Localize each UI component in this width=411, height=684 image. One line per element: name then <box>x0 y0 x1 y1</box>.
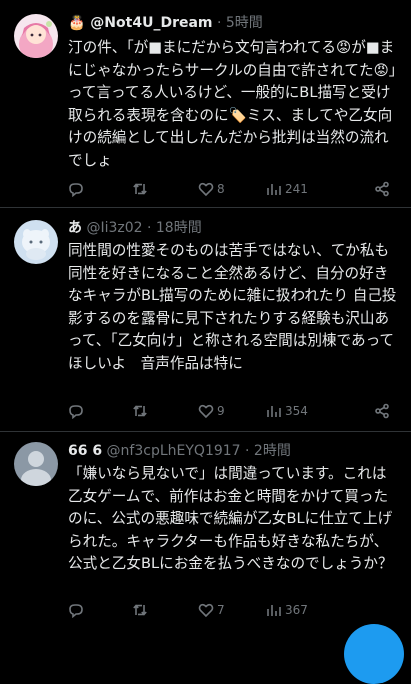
handle-time: @Ii3z02 · 18時間 <box>82 220 202 236</box>
tweet-2[interactable]: あ @Ii3z02 · 18時間 同性間の性愛そのものは苦手ではない、てか私も同… <box>0 208 411 430</box>
views-button[interactable]: 367 <box>266 602 308 618</box>
like-count: 9 <box>217 404 225 418</box>
like-count: 7 <box>217 603 225 617</box>
action-bar: 8 241 <box>68 178 398 200</box>
reply-button[interactable] <box>68 181 87 197</box>
views-count: 367 <box>285 603 308 617</box>
avatar[interactable] <box>14 14 58 58</box>
heart-icon <box>198 182 214 197</box>
display-name[interactable]: あ <box>68 220 82 236</box>
tweet-header: あ @Ii3z02 · 18時間 <box>68 217 399 239</box>
tweet-header: 🎂 @Not4U_Dream · 5時間 <box>68 12 399 34</box>
retweet-button[interactable] <box>132 602 151 618</box>
views-icon <box>267 184 281 195</box>
views-icon <box>267 605 281 616</box>
retweet-button[interactable] <box>132 403 151 419</box>
views-icon <box>267 406 281 417</box>
handle-time: @nf3cpLhEYQ1917 · 2時間 <box>102 443 291 459</box>
avatar[interactable] <box>14 442 58 486</box>
compose-button[interactable] <box>344 624 404 684</box>
handle-time: · 5時間 <box>212 15 263 31</box>
tweet-3[interactable]: 66 6 @nf3cpLhEYQ1917 · 2時間 「嫌いなら見ないで」は間違… <box>0 432 411 640</box>
avatar[interactable] <box>14 220 58 264</box>
display-name[interactable]: 🎂 @Not4U_Dream <box>68 15 213 31</box>
heart-icon <box>198 603 214 618</box>
views-button[interactable]: 354 <box>266 403 308 419</box>
retweet-icon <box>133 405 147 417</box>
like-button[interactable]: 7 <box>198 602 225 618</box>
action-bar: 9 354 <box>68 400 398 422</box>
tweet-1[interactable]: 🎂 @Not4U_Dream · 5時間 汀の件、「が■まにだから文句言われてる… <box>0 0 411 205</box>
share-button[interactable] <box>374 403 390 419</box>
share-button[interactable] <box>374 181 390 197</box>
views-count: 241 <box>285 182 308 196</box>
tweet-text: 同性間の性愛そのものは苦手ではない、てか私も同性を好きになること全然あるけど、自… <box>68 242 397 372</box>
tweet-text: 汀の件、「が■まにだから文句言われてる😡が■まにじゃなかったらサークルの自由で許… <box>68 39 397 169</box>
views-button[interactable]: 241 <box>266 181 308 197</box>
like-count: 8 <box>217 182 225 196</box>
reply-icon <box>69 405 83 419</box>
reply-button[interactable] <box>68 602 87 618</box>
like-button[interactable]: 9 <box>198 403 225 419</box>
like-button[interactable]: 8 <box>198 181 225 197</box>
reply-icon <box>69 604 83 618</box>
tweet-header: 66 6 @nf3cpLhEYQ1917 · 2時間 <box>68 440 399 462</box>
share-icon <box>375 181 389 197</box>
heart-icon <box>198 404 214 419</box>
tweet-text: 「嫌いなら見ないで」は間違っています。これは乙女ゲームで、前作はお金と時間をかけ… <box>68 465 393 572</box>
action-bar: 7 367 <box>68 599 398 621</box>
retweet-icon <box>133 604 147 616</box>
retweet-button[interactable] <box>132 181 151 197</box>
views-count: 354 <box>285 404 308 418</box>
reply-icon <box>69 183 83 197</box>
display-name[interactable]: 66 6 <box>68 443 102 459</box>
retweet-icon <box>133 183 147 195</box>
reply-button[interactable] <box>68 403 87 419</box>
share-icon <box>375 403 389 419</box>
